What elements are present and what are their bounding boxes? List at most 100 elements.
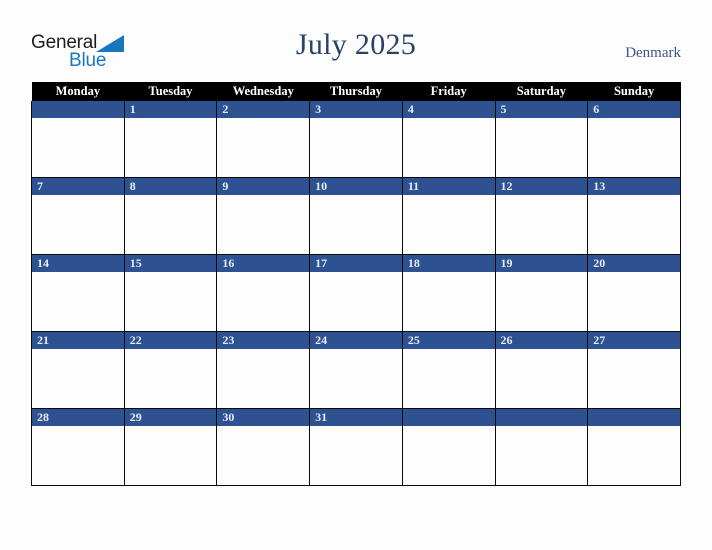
day-cell[interactable]: 7: [31, 177, 125, 255]
weekday-header-saturday: Saturday: [495, 82, 588, 101]
day-number: 17: [310, 255, 402, 272]
day-number: 7: [32, 178, 124, 195]
day-number: 4: [402, 101, 495, 118]
page-title: July 2025: [295, 28, 417, 61]
day-cell[interactable]: 5: [494, 101, 589, 178]
day-number: 8: [124, 178, 217, 195]
day-cell[interactable]: 16: [216, 254, 311, 332]
day-cell[interactable]: 20: [587, 254, 681, 332]
calendar-week-row: 28 29 30 31: [31, 408, 681, 486]
page-header: General Blue July 2025 Denmark: [0, 0, 712, 82]
day-notes-area[interactable]: [495, 195, 588, 254]
day-notes-area[interactable]: [217, 195, 310, 254]
day-notes-area[interactable]: [310, 426, 402, 485]
day-notes-area[interactable]: [32, 118, 124, 177]
weekday-header-wednesday: Wednesday: [216, 82, 310, 101]
day-cell[interactable]: [587, 408, 681, 486]
day-notes-area[interactable]: [217, 349, 310, 408]
day-notes-area[interactable]: [402, 426, 495, 485]
day-cell[interactable]: 13: [587, 177, 681, 255]
day-cell[interactable]: 19: [494, 254, 589, 332]
day-notes-area[interactable]: [588, 272, 680, 331]
country-label: Denmark: [625, 45, 681, 61]
day-notes-area[interactable]: [402, 349, 495, 408]
day-notes-area[interactable]: [124, 272, 217, 331]
day-notes-area[interactable]: [402, 195, 495, 254]
weekday-header-sunday: Sunday: [587, 82, 681, 101]
month-calendar: Monday Tuesday Wednesday Thursday Friday…: [31, 82, 681, 486]
day-cell[interactable]: 11: [401, 177, 496, 255]
day-number: 18: [402, 255, 495, 272]
calendar-week-row: 7 8 9 10 11 12 13: [31, 177, 681, 255]
day-cell[interactable]: 4: [401, 101, 496, 178]
day-cell[interactable]: 10: [309, 177, 403, 255]
day-cell[interactable]: 15: [123, 254, 218, 332]
day-notes-area[interactable]: [310, 349, 402, 408]
day-number: 21: [32, 332, 124, 349]
day-number: 22: [124, 332, 217, 349]
day-number: 13: [588, 178, 680, 195]
day-notes-area[interactable]: [124, 426, 217, 485]
day-cell[interactable]: 6: [587, 101, 681, 178]
day-cell[interactable]: 8: [123, 177, 218, 255]
day-cell[interactable]: 1: [123, 101, 218, 178]
day-cell[interactable]: [401, 408, 496, 486]
day-number: [588, 409, 680, 426]
day-cell[interactable]: 23: [216, 331, 311, 409]
day-notes-area[interactable]: [310, 272, 402, 331]
day-cell[interactable]: 28: [31, 408, 125, 486]
day-cell[interactable]: [31, 101, 125, 178]
day-cell[interactable]: 29: [123, 408, 218, 486]
day-number: 31: [310, 409, 402, 426]
day-notes-area[interactable]: [124, 118, 217, 177]
day-number: 10: [310, 178, 402, 195]
day-notes-area[interactable]: [588, 349, 680, 408]
day-notes-area[interactable]: [217, 426, 310, 485]
day-cell[interactable]: 14: [31, 254, 125, 332]
day-cell[interactable]: 31: [309, 408, 403, 486]
day-notes-area[interactable]: [402, 118, 495, 177]
day-notes-area[interactable]: [588, 426, 680, 485]
day-notes-area[interactable]: [402, 272, 495, 331]
day-cell[interactable]: 3: [309, 101, 403, 178]
day-cell[interactable]: 24: [309, 331, 403, 409]
day-number: 16: [217, 255, 310, 272]
day-cell[interactable]: 21: [31, 331, 125, 409]
day-notes-area[interactable]: [588, 195, 680, 254]
day-cell[interactable]: 22: [123, 331, 218, 409]
day-notes-area[interactable]: [217, 118, 310, 177]
day-cell[interactable]: 2: [216, 101, 311, 178]
day-notes-area[interactable]: [32, 426, 124, 485]
day-notes-area[interactable]: [124, 349, 217, 408]
weekday-header-thursday: Thursday: [309, 82, 403, 101]
weekday-header-tuesday: Tuesday: [124, 82, 217, 101]
day-cell[interactable]: 30: [216, 408, 311, 486]
day-notes-area[interactable]: [32, 272, 124, 331]
day-notes-area[interactable]: [310, 118, 402, 177]
day-notes-area[interactable]: [310, 195, 402, 254]
day-notes-area[interactable]: [217, 272, 310, 331]
day-notes-area[interactable]: [495, 426, 588, 485]
day-number: 19: [495, 255, 588, 272]
day-number: 26: [495, 332, 588, 349]
day-cell[interactable]: 17: [309, 254, 403, 332]
day-cell[interactable]: 18: [401, 254, 496, 332]
calendar-week-row: 1 2 3 4 5 6: [31, 101, 681, 178]
day-notes-area[interactable]: [495, 272, 588, 331]
day-notes-area[interactable]: [124, 195, 217, 254]
calendar-week-row: 21 22 23 24 25 26 27: [31, 331, 681, 409]
day-number: 5: [495, 101, 588, 118]
day-notes-area[interactable]: [32, 349, 124, 408]
day-number: 2: [217, 101, 310, 118]
day-notes-area[interactable]: [32, 195, 124, 254]
day-notes-area[interactable]: [588, 118, 680, 177]
day-cell[interactable]: 25: [401, 331, 496, 409]
day-cell[interactable]: 26: [494, 331, 589, 409]
day-cell[interactable]: [494, 408, 589, 486]
day-cell[interactable]: 12: [494, 177, 589, 255]
day-notes-area[interactable]: [495, 349, 588, 408]
day-cell[interactable]: 9: [216, 177, 311, 255]
calendar-header-row: Monday Tuesday Wednesday Thursday Friday…: [31, 82, 681, 101]
day-notes-area[interactable]: [495, 118, 588, 177]
day-cell[interactable]: 27: [587, 331, 681, 409]
